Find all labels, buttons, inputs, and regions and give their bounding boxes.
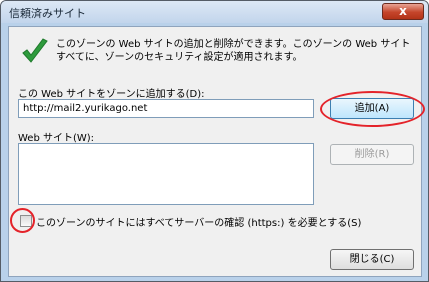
add-site-input[interactable]	[18, 99, 314, 118]
checkbox-highlight	[10, 208, 35, 233]
close-button[interactable]: 閉じる(C)	[330, 249, 414, 270]
info-text: このゾーンの Web サイトの追加と削除ができます。このゾーンの Web サイト…	[56, 39, 411, 63]
dialog-body: このゾーンの Web サイトの追加と削除ができます。このゾーンの Web サイト…	[8, 26, 422, 277]
websites-label: Web サイト(W):	[18, 133, 95, 144]
title-bar: 信頼済みサイト x	[1, 1, 428, 23]
dialog-title: 信頼済みサイト	[9, 7, 86, 20]
close-icon: x	[399, 4, 407, 18]
add-site-label: この Web サイトをゾーンに追加する(D):	[18, 89, 205, 100]
remove-button: 削除(R)	[330, 144, 414, 165]
add-button-highlight	[320, 91, 425, 127]
https-checkbox-label[interactable]: このゾーンのサイトにはすべてサーバーの確認 (https:) を必要とする(S)	[36, 214, 361, 229]
https-checkbox-row[interactable]: このゾーンのサイトにはすべてサーバーの確認 (https:) を必要とする(S)	[17, 213, 377, 229]
checkmark-icon	[22, 38, 48, 63]
trusted-sites-dialog: 信頼済みサイト x このゾーンの Web サイトの追加と削除ができます。このゾー…	[0, 0, 429, 282]
close-window-button[interactable]: x	[382, 3, 424, 20]
websites-list[interactable]	[18, 143, 314, 205]
